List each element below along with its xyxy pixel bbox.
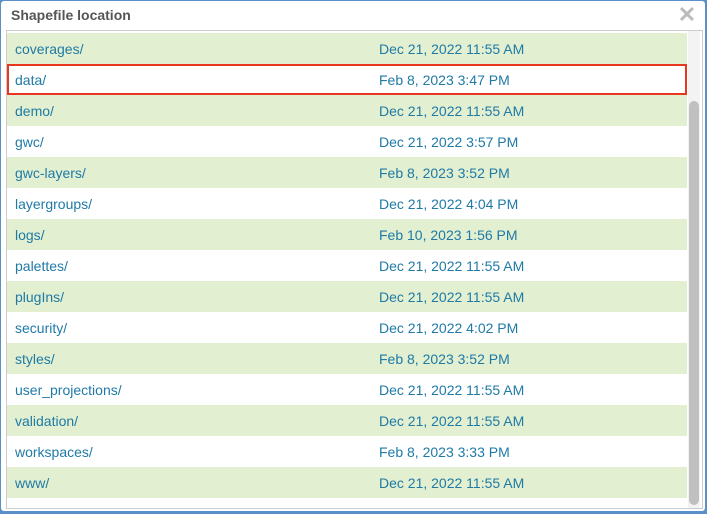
list-item[interactable]: layergroups/Dec 21, 2022 4:04 PM (7, 188, 687, 219)
list-item-selected[interactable]: data/Feb 8, 2023 3:47 PM (7, 64, 687, 95)
modified-date: Dec 21, 2022 11:55 AM (379, 102, 525, 119)
modified-date: Dec 21, 2022 11:55 AM (379, 40, 525, 57)
folder-name[interactable]: demo/ (7, 103, 379, 119)
modified-date: Dec 21, 2022 11:55 AM (379, 257, 525, 274)
folder-name[interactable]: styles/ (7, 351, 379, 367)
modified-date: Dec 21, 2022 3:57 PM (379, 133, 519, 150)
modified-date: Feb 10, 2023 1:56 PM (379, 226, 518, 243)
list-item[interactable]: security/Dec 21, 2022 4:02 PM (7, 312, 687, 343)
list-item[interactable]: www/Dec 21, 2022 11:55 AM (7, 467, 687, 498)
list-item[interactable]: palettes/Dec 21, 2022 11:55 AM (7, 250, 687, 281)
modified-date: Feb 8, 2023 3:52 PM (379, 164, 510, 181)
folder-name[interactable]: www/ (7, 475, 379, 491)
folder-name[interactable]: workspaces/ (7, 444, 379, 460)
folder-name[interactable]: logs/ (7, 227, 379, 243)
list-item[interactable]: gwc-layers/Feb 8, 2023 3:52 PM (7, 157, 687, 188)
scrollbar-thumb[interactable] (689, 101, 699, 505)
file-list: coverages/Dec 21, 2022 11:55 AM data/Feb … (6, 30, 703, 509)
folder-name[interactable]: coverages/ (7, 41, 379, 57)
scrollbar[interactable] (688, 31, 700, 508)
modified-date: Dec 21, 2022 11:55 AM (379, 381, 525, 398)
list-item[interactable]: plugIns/Dec 21, 2022 11:55 AM (7, 281, 687, 312)
modified-date: Dec 21, 2022 11:55 AM (379, 474, 525, 491)
dialog-title: Shapefile location (11, 7, 131, 23)
list-item[interactable]: workspaces/Feb 8, 2023 3:33 PM (7, 436, 687, 467)
list-item[interactable]: validation/Dec 21, 2022 11:55 AM (7, 405, 687, 436)
close-icon[interactable]: ✕ (677, 4, 697, 26)
modified-date: Feb 8, 2023 3:47 PM (379, 71, 510, 88)
folder-name[interactable]: user_projections/ (7, 382, 379, 398)
list-item[interactable]: user_projections/Dec 21, 2022 11:55 AM (7, 374, 687, 405)
modified-date: Dec 21, 2022 4:04 PM (379, 195, 519, 212)
modified-date: Dec 21, 2022 4:02 PM (379, 319, 519, 336)
modified-date: Feb 8, 2023 3:33 PM (379, 443, 510, 460)
list-item[interactable]: styles/Feb 8, 2023 3:52 PM (7, 343, 687, 374)
folder-name[interactable]: layergroups/ (7, 196, 379, 212)
folder-name[interactable]: palettes/ (7, 258, 379, 274)
folder-name[interactable]: validation/ (7, 413, 379, 429)
folder-name[interactable]: gwc-layers/ (7, 165, 379, 181)
shapefile-location-dialog: Shapefile location ✕ coverages/Dec 21, 2… (1, 1, 705, 511)
list-item[interactable]: gwc/Dec 21, 2022 3:57 PM (7, 126, 687, 157)
list-item[interactable]: demo/Dec 21, 2022 11:55 AM (7, 95, 687, 126)
file-rows: coverages/Dec 21, 2022 11:55 AM data/Feb … (7, 33, 687, 498)
folder-name[interactable]: gwc/ (7, 134, 379, 150)
folder-name[interactable]: data/ (9, 72, 379, 88)
list-item[interactable]: coverages/Dec 21, 2022 11:55 AM (7, 33, 687, 64)
modified-date: Dec 21, 2022 11:55 AM (379, 288, 525, 305)
folder-name[interactable]: plugIns/ (7, 289, 379, 305)
modified-date: Feb 8, 2023 3:52 PM (379, 350, 510, 367)
list-item[interactable]: logs/Feb 10, 2023 1:56 PM (7, 219, 687, 250)
modified-date: Dec 21, 2022 11:55 AM (379, 412, 525, 429)
folder-name[interactable]: security/ (7, 320, 379, 336)
